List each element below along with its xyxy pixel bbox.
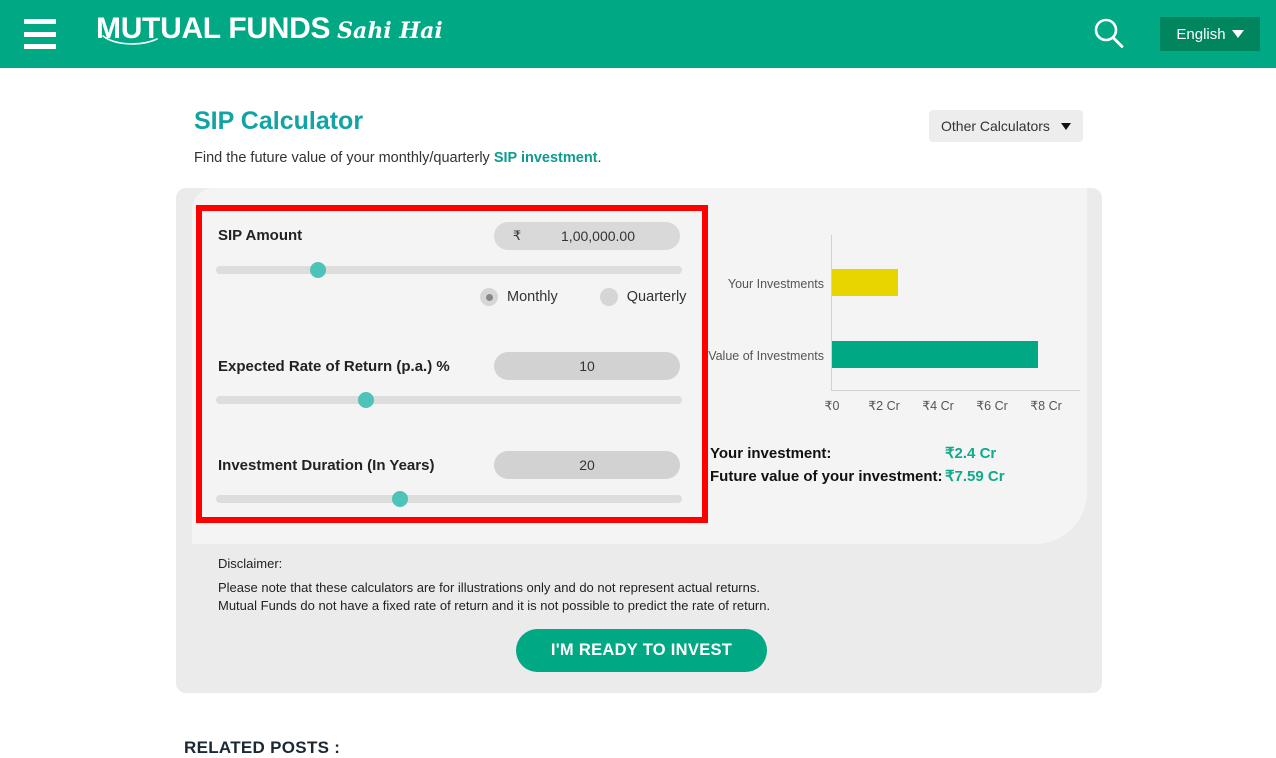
subtitle-text-before: Find the future value of your monthly/qu… [194,150,494,166]
ready-to-invest-button[interactable]: I'M READY TO INVEST [516,629,767,672]
radio-quarterly[interactable]: Quarterly [599,288,687,306]
subtitle-text-after: . [597,150,602,166]
chart-bar-value-of-investments [832,341,1038,368]
radio-selected-dot [485,293,493,301]
hamburger-menu-icon[interactable] [24,19,56,49]
page-title: SIP Calculator [194,107,364,135]
language-label: English [1176,25,1226,43]
sip-amount-value: 1,00,000.00 [561,228,635,244]
result-future-label: Future value of your investment: [710,468,943,485]
chart-xtick-2: ₹4 Cr [922,399,954,413]
chevron-down-icon [1231,30,1244,38]
investment-duration-label: Investment Duration (In Years) [218,457,435,474]
chart-xtick-1: ₹2 Cr [868,399,900,413]
chevron-down-icon [1061,122,1071,130]
language-selector[interactable]: English [1160,17,1260,51]
sip-investment-link[interactable]: SIP investment [494,150,598,166]
other-calculators-label: Other Calculators [941,118,1050,134]
sip-amount-slider-thumb[interactable] [310,262,326,278]
results-summary: Your investment: ₹2.4 Cr Future value of… [710,444,1005,490]
rate-of-return-slider[interactable] [216,392,682,408]
investment-duration-slider-thumb[interactable] [392,491,408,507]
brand-tagline: Sahi Hai [337,18,443,44]
disclaimer: Disclaimer: Please note that these calcu… [218,556,770,614]
radio-quarterly-icon[interactable] [599,288,618,306]
investment-duration-value: 20 [579,457,595,473]
disclaimer-line-1: Please note that these calculators are f… [218,580,760,595]
chart-bar-your-investments [832,269,898,296]
frequency-radio-group: Monthly Quarterly [480,288,686,306]
page-subtitle: Find the future value of your monthly/qu… [194,150,602,166]
disclaimer-line-2: Mutual Funds do not have a fixed rate of… [218,597,771,613]
related-posts-heading: RELATED POSTS : [184,738,341,757]
chart-xtick-0: ₹0 [824,399,840,413]
disclaimer-title: Disclaimer: [218,556,283,571]
other-calculators-dropdown[interactable]: Other Calculators [929,110,1083,142]
radio-monthly-icon[interactable] [480,288,498,306]
brand-swoosh-icon [102,34,158,46]
sip-amount-label: SIP Amount [218,227,303,244]
rate-of-return-slider-thumb[interactable] [358,392,374,408]
search-icon[interactable] [1090,15,1128,53]
sip-amount-input[interactable]: ₹ 1,00,000.00 [494,222,680,250]
site-header: MUTUAL FUNDS Sahi Hai English [0,0,1276,68]
chart-xtick-3: ₹6 Cr [976,399,1008,413]
chart-x-axis [831,390,1080,391]
hamburger-bar-2 [24,31,56,37]
result-future-value: ₹7.59 Cr [945,468,1005,485]
investment-duration-input[interactable]: 20 [494,451,680,479]
radio-quarterly-label: Quarterly [626,289,687,305]
rate-of-return-input[interactable]: 10 [494,352,680,380]
rupee-icon: ₹ [512,228,522,243]
hamburger-bar-3 [24,44,56,49]
chart-bar-label-0: Your Investments [727,277,824,291]
sip-amount-slider[interactable] [216,262,682,278]
result-invested-label: Your investment: [710,445,832,462]
investment-duration-slider[interactable] [216,491,682,507]
investment-bar-chart: Your Investments Value of Investments ₹0… [700,230,1080,430]
hamburger-bar-1 [24,19,56,24]
chart-xtick-4: ₹8 Cr [1030,399,1062,413]
chart-bar-label-1: Value of Investments [708,349,824,363]
result-row-invested: Your investment: ₹2.4 Cr [710,444,1005,467]
result-invested-value: ₹2.4 Cr [945,445,997,462]
rate-of-return-value: 10 [579,358,595,374]
rate-of-return-label: Expected Rate of Return (p.a.) % [218,358,450,375]
result-row-future: Future value of your investment: ₹7.59 C… [710,467,1005,490]
radio-monthly[interactable]: Monthly [480,288,558,306]
radio-monthly-label: Monthly [507,289,558,305]
